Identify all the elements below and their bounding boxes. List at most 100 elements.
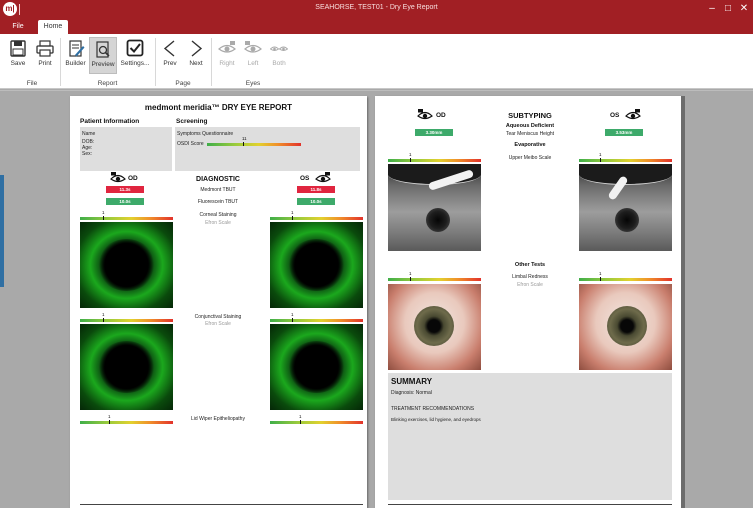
- pupil: [615, 208, 639, 232]
- right-eye-button[interactable]: Right: [214, 37, 240, 74]
- right-eye-icon: [218, 41, 236, 53]
- corneal-os-scale: [270, 217, 363, 220]
- corneal-os-grade: 1: [291, 210, 294, 215]
- left-eye-label: Left: [247, 60, 259, 67]
- builder-label: Builder: [65, 60, 86, 67]
- left-eye-button[interactable]: Left: [241, 37, 265, 74]
- od-eye-icon: [417, 109, 433, 120]
- od-medmont-tbut: 11.3s: [106, 186, 144, 193]
- patient-field: Name: [82, 131, 96, 137]
- page-group-label: Page: [175, 80, 191, 87]
- limbal-os-scale: [579, 278, 672, 281]
- next-label: Next: [189, 60, 203, 67]
- conjunctival-od-marker: [103, 318, 104, 322]
- osdi-label: OSDI Score: [177, 141, 204, 147]
- settings-button[interactable]: Settings...: [119, 37, 151, 74]
- od-tear-meniscus: 3.30mm: [415, 129, 453, 136]
- upper-meibo-label: Upper Meibo Scale: [508, 155, 552, 161]
- group-separator: [60, 38, 61, 86]
- limbal-od-marker: [410, 277, 411, 281]
- od-label: OD: [436, 112, 446, 119]
- lid-wiper-os-grade: 1: [299, 414, 302, 419]
- right-eye-label: Right: [219, 60, 235, 67]
- tab-home[interactable]: Home: [38, 20, 68, 34]
- prev-icon: [163, 40, 175, 57]
- file-group-label: File: [26, 80, 38, 87]
- print-icon: [36, 40, 54, 57]
- iris: [414, 306, 454, 346]
- report-page-2: OD SUBTYPING OS Aqueous Deficient 3.30mm…: [375, 96, 681, 508]
- os-conjunctival-staining-image: [270, 324, 363, 410]
- od-eye-icon: [110, 172, 126, 183]
- limbal-od-grade: 1: [409, 271, 412, 276]
- preview-icon: [96, 41, 110, 58]
- both-eyes-label: Both: [272, 60, 286, 67]
- conjunctival-od-scale: [80, 319, 173, 322]
- patient-info-box: Name DOB: Age: Sex:: [80, 127, 172, 171]
- meibo-od-grade: 1: [409, 152, 412, 157]
- od-label: OD: [128, 175, 138, 182]
- eyes-group-label: Eyes: [245, 80, 261, 87]
- lid-wiper-od-scale: [80, 421, 173, 424]
- corneal-staining-label: Corneal Staining: [199, 212, 237, 218]
- meibo-os-scale: [579, 159, 672, 162]
- preview-button[interactable]: Preview: [89, 37, 117, 74]
- os-limbal-redness-image: [579, 284, 672, 370]
- vertical-scrollbar[interactable]: [681, 96, 685, 508]
- diagnostic-heading: DIAGNOSTIC: [196, 176, 240, 183]
- summary-heading: SUMMARY: [391, 377, 433, 386]
- screening-heading: Screening: [176, 118, 208, 125]
- os-eye-icon: [625, 109, 641, 120]
- os-corneal-staining-image: [270, 222, 363, 308]
- medmont-tbut-label: Medmont TBUT: [200, 187, 236, 193]
- fluorescein-tbut-label: Fluorescein TBUT: [197, 199, 239, 205]
- corneal-os-marker: [292, 216, 293, 220]
- ribbon-tab-bar: File Home: [0, 19, 753, 34]
- conjunctival-os-grade: 1: [291, 312, 294, 317]
- side-panel-tab[interactable]: [0, 175, 4, 287]
- settings-label: Settings...: [120, 60, 150, 67]
- od-fluorescein-tbut: 10.0s: [106, 198, 144, 205]
- tab-file[interactable]: File: [5, 20, 31, 34]
- aqueous-deficient-label: Aqueous Deficient: [505, 123, 555, 129]
- preview-label: Preview: [91, 61, 115, 68]
- os-meibography-image: [579, 164, 672, 251]
- next-button[interactable]: Next: [184, 37, 208, 74]
- both-eyes-button[interactable]: Both: [266, 37, 292, 74]
- next-icon: [191, 40, 203, 57]
- settings-check-icon: [126, 39, 144, 57]
- os-label: OS: [300, 175, 310, 182]
- builder-button[interactable]: Builder: [63, 37, 88, 74]
- os-eye-icon: [315, 172, 331, 183]
- limbal-scale-label: Efron Scale: [517, 282, 543, 288]
- summary-box: SUMMARY Diagnosis: Normal TREATMENT RECO…: [388, 373, 672, 500]
- print-button[interactable]: Print: [33, 37, 57, 74]
- corneal-scale-label: Efron Scale: [205, 220, 231, 226]
- iris: [607, 306, 647, 346]
- corneal-od-scale: [80, 217, 173, 220]
- conjunctival-scale-label: Efron Scale: [205, 321, 231, 327]
- report-page-1: medmont meridia™ DRY EYE REPORT Patient …: [70, 96, 367, 508]
- minimize-icon[interactable]: –: [705, 3, 719, 15]
- screening-box: Symptoms Questionnaire 11 OSDI Score: [175, 127, 360, 171]
- save-button[interactable]: Save: [6, 37, 30, 74]
- prev-label: Prev: [163, 60, 177, 67]
- osdi-scale-bar: [207, 143, 301, 146]
- limbal-os-marker: [600, 277, 601, 281]
- diagnosis-text: Diagnosis: Normal: [391, 390, 432, 396]
- page-footer-line: [388, 504, 672, 505]
- lid-wiper-os-marker: [300, 420, 301, 424]
- os-label: OS: [610, 112, 620, 119]
- maximize-icon[interactable]: □: [721, 3, 735, 15]
- patient-info-heading: Patient Information: [80, 118, 140, 125]
- limbal-redness-label: Limbal Redness: [512, 274, 548, 280]
- title-bar: m| SEAHORSE, TEST01 - Dry Eye Report – □…: [0, 0, 753, 19]
- limbal-os-grade: 1: [599, 271, 602, 276]
- close-icon[interactable]: ✕: [737, 3, 751, 15]
- other-tests-label: Other Tests: [514, 262, 546, 268]
- od-meibography-image: [388, 164, 481, 251]
- os-fluorescein-tbut: 10.0s: [297, 198, 335, 205]
- report-title: medmont meridia™ DRY EYE REPORT: [144, 103, 293, 112]
- both-eyes-icon: [270, 46, 288, 51]
- prev-button[interactable]: Prev: [158, 37, 182, 74]
